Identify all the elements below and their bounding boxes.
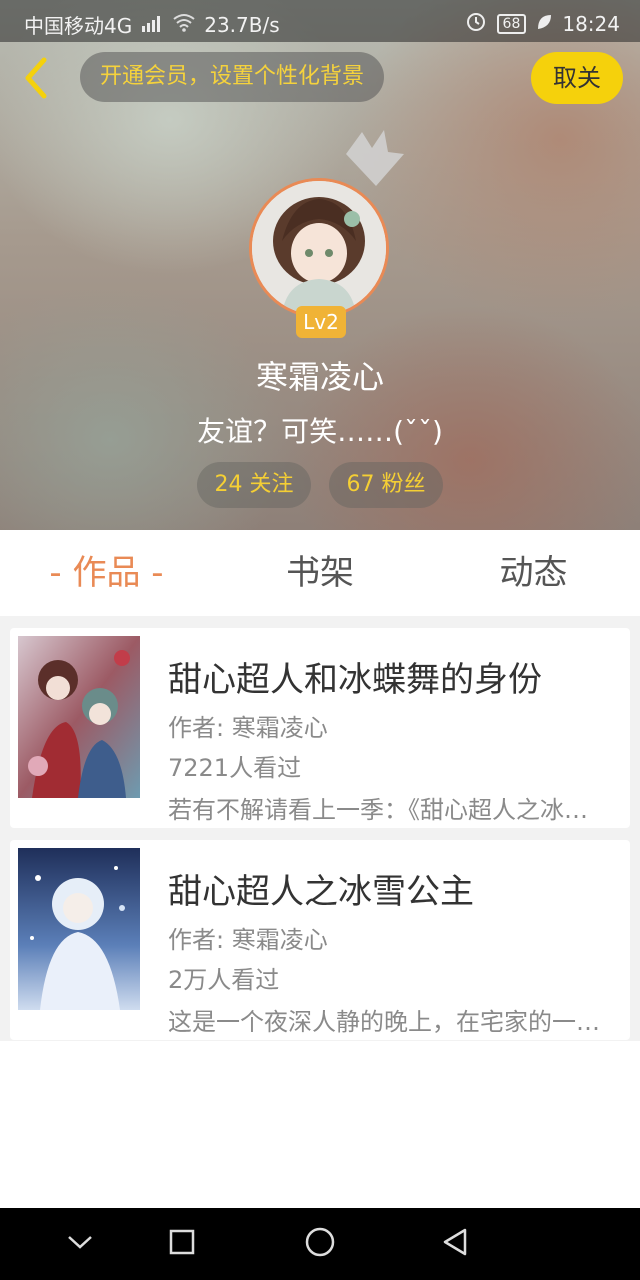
book-views: 7221人看过 [168, 754, 302, 782]
tab-bookshelf[interactable]: 书架 [213, 530, 427, 616]
followers-count-button[interactable]: 67 粉丝 [329, 462, 443, 508]
chevron-down-icon [67, 1234, 93, 1254]
leaf-icon [536, 12, 552, 36]
alarm-icon [465, 10, 487, 37]
book-title[interactable]: 甜心超人和冰蝶舞的身份 [168, 652, 542, 701]
home-button[interactable] [300, 1224, 340, 1264]
avatar[interactable] [249, 178, 389, 318]
system-navigation-bar [0, 1208, 640, 1280]
circle-home-icon [304, 1226, 336, 1262]
signal-icon [140, 13, 164, 37]
list-item[interactable]: 甜心超人之冰雪公主 作者: 寒霜凌心 2万人看过 这是一个夜深人静的晚上，在宅家… [10, 840, 630, 1040]
back-button[interactable] [14, 54, 56, 106]
profile-tabs: - 作品 - 书架 动态 [0, 530, 640, 616]
book-views: 2万人看过 [168, 966, 280, 994]
list-item[interactable]: 甜心超人和冰蝶舞的身份 作者: 寒霜凌心 7221人看过 若有不解请看上一季：《… [10, 628, 630, 828]
network-speed: 23.7B/s [204, 12, 280, 37]
status-bar: 中国移动4G 23.7B/s 68 18:24 [0, 0, 640, 42]
clock-time: 18:24 [562, 11, 620, 36]
system-back-button[interactable] [435, 1224, 475, 1264]
book-cover[interactable] [18, 848, 140, 1010]
wifi-icon [172, 12, 196, 37]
triangle-back-icon [441, 1227, 469, 1261]
book-description: 这是一个夜深人静的晚上，在宅家的一个房间里 [168, 1008, 608, 1036]
username: 寒霜凌心 [255, 358, 384, 396]
battery-indicator: 68 [496, 13, 527, 34]
level-badge: Lv2 [296, 306, 346, 338]
profile-header: 中国移动4G 23.7B/s 68 18:24 开通会员，设置个性化背景 取关 [0, 0, 640, 530]
recent-apps-button[interactable] [162, 1224, 202, 1264]
book-description: 若有不解请看上一季：《甜心超人之冰雪公主》 [168, 796, 608, 824]
book-author: 作者: 寒霜凌心 [168, 714, 328, 742]
unfollow-button[interactable]: 取关 [531, 52, 623, 104]
following-count-button[interactable]: 24 关注 [197, 462, 311, 508]
user-signature: 友谊？可笑……(ˇˇ) [197, 415, 443, 448]
tab-works[interactable]: - 作品 - [0, 530, 213, 616]
carrier-label: 中国移动4G [24, 14, 133, 38]
book-title[interactable]: 甜心超人之冰雪公主 [168, 864, 474, 913]
works-list: 甜心超人和冰蝶舞的身份 作者: 寒霜凌心 7221人看过 若有不解请看上一季：《… [0, 616, 640, 1041]
hide-nav-button[interactable] [60, 1224, 100, 1264]
square-recent-icon [168, 1228, 196, 1260]
vip-background-banner[interactable]: 开通会员，设置个性化背景 [80, 52, 385, 102]
chevron-left-icon [20, 56, 50, 104]
tab-activity[interactable]: 动态 [427, 530, 640, 616]
book-cover[interactable] [18, 636, 140, 798]
book-author: 作者: 寒霜凌心 [168, 926, 328, 954]
